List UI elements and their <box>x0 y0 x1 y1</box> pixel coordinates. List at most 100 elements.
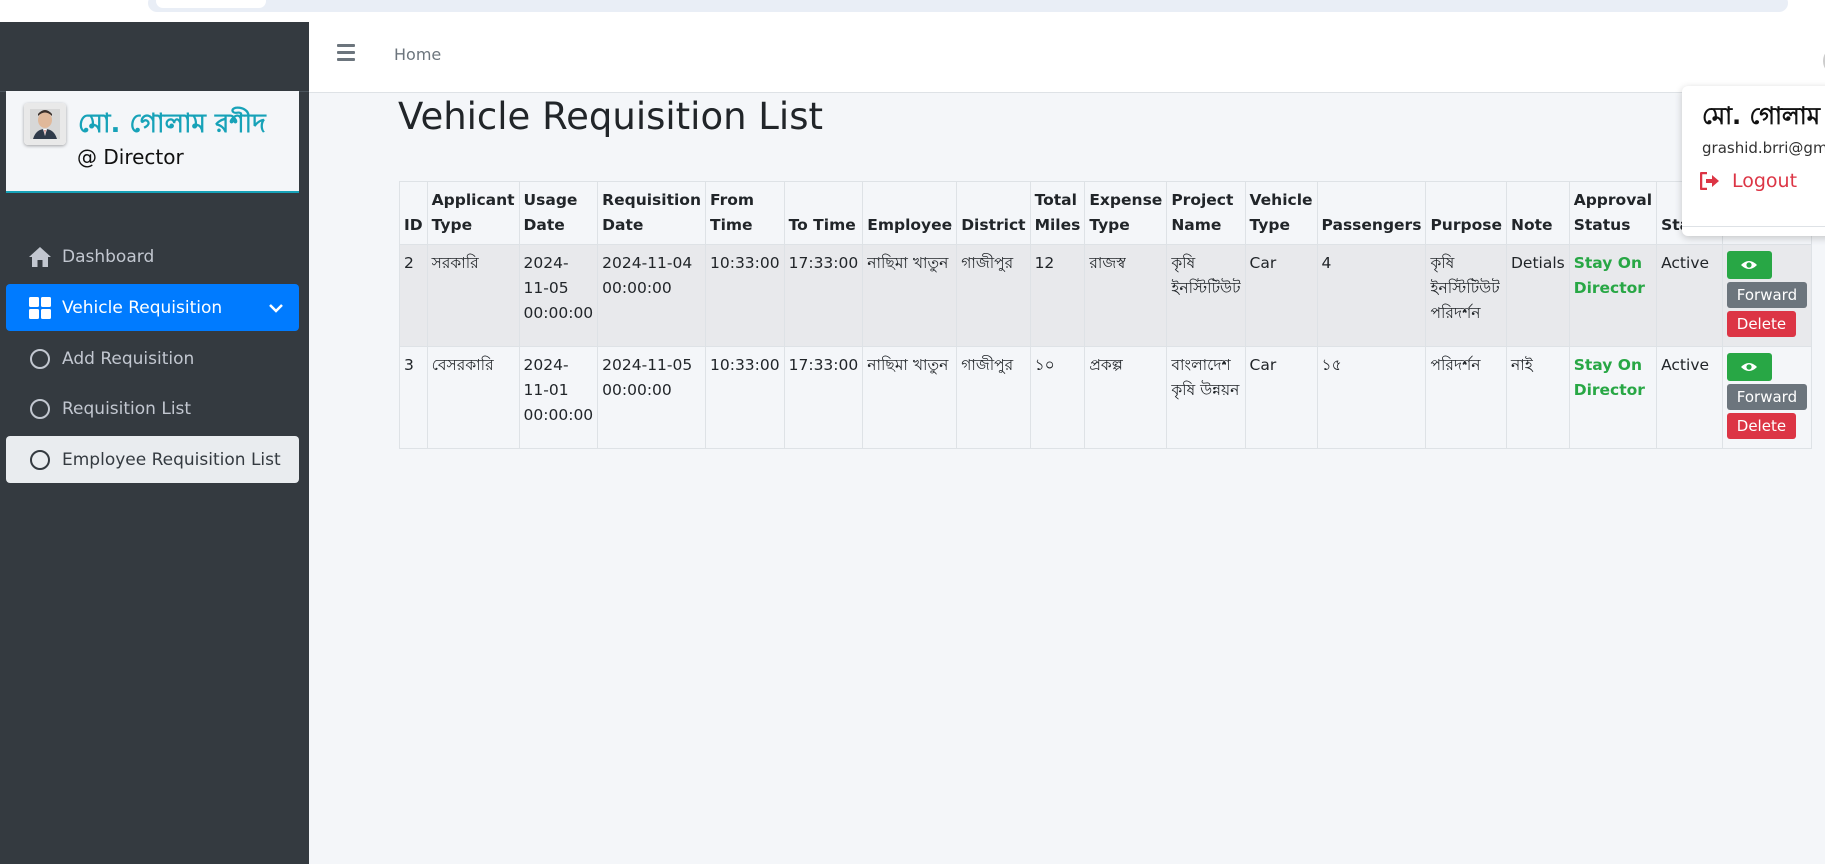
cell-approval-status: Stay On Director <box>1568 346 1658 449</box>
column-header: To Time <box>783 181 864 245</box>
user-dropdown: মো. গোলাম র grashid.brri@gmai Logout <box>1682 86 1825 236</box>
nav-home-link[interactable]: Home <box>394 45 441 64</box>
cell-expense-type: রাজস্ব <box>1084 244 1168 347</box>
column-header: From Time <box>705 181 785 245</box>
cell-total-miles: ১০ <box>1029 346 1086 449</box>
cell-usage-date: 2024-11-05 00:00:00 <box>518 244 599 347</box>
sidebar-item-label: Requisition List <box>62 398 192 419</box>
cell-applicant-type: বেসরকারি <box>426 346 520 449</box>
page-title: Vehicle Requisition List <box>398 95 823 138</box>
column-header: Requisition Date <box>597 181 706 245</box>
sidebar-item-requisition-list[interactable]: Requisition List <box>6 385 299 432</box>
cell-id: 2 <box>399 244 428 347</box>
sidebar-item-add-requisition[interactable]: Add Requisition <box>6 335 299 382</box>
cell-passengers: ১৫ <box>1316 346 1427 449</box>
sidebar-item-label: Employee Requisition List <box>62 449 281 470</box>
cell-from-time: 10:33:00 <box>705 244 785 347</box>
chevron-down-icon <box>269 298 283 318</box>
column-header: Total Miles <box>1029 181 1086 245</box>
cell-expense-type: প্রকল্প <box>1084 346 1168 449</box>
cell-to-time: 17:33:00 <box>783 244 864 347</box>
forward-button[interactable]: Forward <box>1726 384 1808 410</box>
cell-approval-status: Stay On Director <box>1568 244 1658 347</box>
cell-id: 3 <box>399 346 428 449</box>
dropdown-user-name: মো. গোলাম র <box>1702 102 1825 130</box>
cell-employee: নাছিমা খাতুন <box>862 346 958 449</box>
user-panel: মো. গোলাম রশীদ @ Director <box>6 91 299 193</box>
sidebar-item-employee-requisition-list[interactable]: Employee Requisition List <box>6 436 299 483</box>
circle-icon <box>26 446 54 474</box>
column-header: Approval Status <box>1568 181 1658 245</box>
cell-status: Active <box>1656 346 1723 449</box>
grid-icon <box>26 294 54 322</box>
cell-actions: Forward Delete <box>1721 346 1813 449</box>
cell-vehicle-type: Car <box>1244 244 1318 347</box>
column-header: Purpose <box>1425 181 1507 245</box>
table-row: 3 বেসরকারি 2024-11-01 00:00:00 2024-11-0… <box>399 346 1813 449</box>
column-header: ID <box>399 181 428 245</box>
cell-project-name: বাংলাদেশ কৃষি উন্নয়ন <box>1166 346 1246 449</box>
cell-employee: নাছিমা খাতুন <box>862 244 958 347</box>
sidebar-item-label: Dashboard <box>62 246 155 267</box>
logout-link[interactable]: Logout <box>1700 170 1797 192</box>
requisition-table-wrap: ID Applicant Type Usage Date Requisition… <box>399 181 1813 449</box>
logout-label: Logout <box>1732 170 1798 192</box>
cell-purpose: কৃষি ইনস্টিটিউট পরিদর্শন <box>1425 244 1507 347</box>
column-header: District <box>956 181 1031 245</box>
sidebar-item-label: Vehicle Requisition <box>62 297 223 318</box>
dropdown-user-email: grashid.brri@gmai <box>1702 139 1825 157</box>
browser-address-bar[interactable] <box>148 0 1788 12</box>
delete-button[interactable]: Delete <box>1726 413 1797 439</box>
delete-button[interactable]: Delete <box>1726 311 1797 337</box>
cell-passengers: 4 <box>1316 244 1427 347</box>
cell-applicant-type: সরকারি <box>426 244 520 347</box>
circle-icon <box>26 345 54 373</box>
cell-purpose: পরিদর্শন <box>1425 346 1507 449</box>
home-icon <box>26 243 54 271</box>
user-role: @ Director <box>77 145 184 169</box>
sidebar-item-vehicle-requisition[interactable]: Vehicle Requisition <box>6 284 299 331</box>
column-header: Project Name <box>1166 181 1246 245</box>
column-header: Applicant Type <box>426 181 520 245</box>
cell-requisition-date: 2024-11-05 00:00:00 <box>597 346 706 449</box>
view-button[interactable] <box>1726 251 1772 279</box>
cell-usage-date: 2024-11-01 00:00:00 <box>518 346 599 449</box>
cell-vehicle-type: Car <box>1244 346 1318 449</box>
cell-note: Detials <box>1505 244 1570 347</box>
table-header-row: ID Applicant Type Usage Date Requisition… <box>399 181 1813 245</box>
view-button[interactable] <box>1726 353 1772 381</box>
circle-icon <box>26 395 54 423</box>
eye-icon <box>1741 363 1758 371</box>
cell-to-time: 17:33:00 <box>783 346 864 449</box>
top-navbar: Home <box>309 22 1825 93</box>
requisition-table: ID Applicant Type Usage Date Requisition… <box>399 181 1813 449</box>
column-header: Employee <box>862 181 958 245</box>
column-header: Note <box>1505 181 1570 245</box>
cell-requisition-date: 2024-11-04 00:00:00 <box>597 244 706 347</box>
user-name: মো. গোলাম রশীদ <box>78 109 266 139</box>
sidebar-item-dashboard[interactable]: Dashboard <box>6 233 299 280</box>
sign-out-icon <box>1700 172 1719 190</box>
dropdown-divider <box>1682 226 1825 227</box>
column-header: Expense Type <box>1084 181 1168 245</box>
browser-address-chip <box>156 0 266 8</box>
sidebar-brand <box>0 22 309 92</box>
cell-note: নাই <box>1505 346 1570 449</box>
sidebar-item-label: Add Requisition <box>62 348 195 369</box>
cell-status: Active <box>1656 244 1723 347</box>
cell-from-time: 10:33:00 <box>705 346 785 449</box>
column-header: Passengers <box>1316 181 1427 245</box>
table-row: 2 সরকারি 2024-11-05 00:00:00 2024-11-04 … <box>399 244 1813 347</box>
forward-button[interactable]: Forward <box>1726 282 1808 308</box>
cell-total-miles: 12 <box>1029 244 1086 347</box>
column-header: Usage Date <box>518 181 599 245</box>
eye-icon <box>1741 261 1758 269</box>
user-avatar-image <box>24 103 66 145</box>
column-header: Vehicle Type <box>1244 181 1318 245</box>
user-avatar <box>24 103 66 145</box>
hamburger-icon[interactable] <box>337 44 355 61</box>
browser-strip <box>0 0 1825 22</box>
cell-project-name: কৃষি ইনস্টিটিউট <box>1166 244 1246 347</box>
cell-district: গাজীপুর <box>956 244 1031 347</box>
cell-actions: Forward Delete <box>1721 244 1813 347</box>
